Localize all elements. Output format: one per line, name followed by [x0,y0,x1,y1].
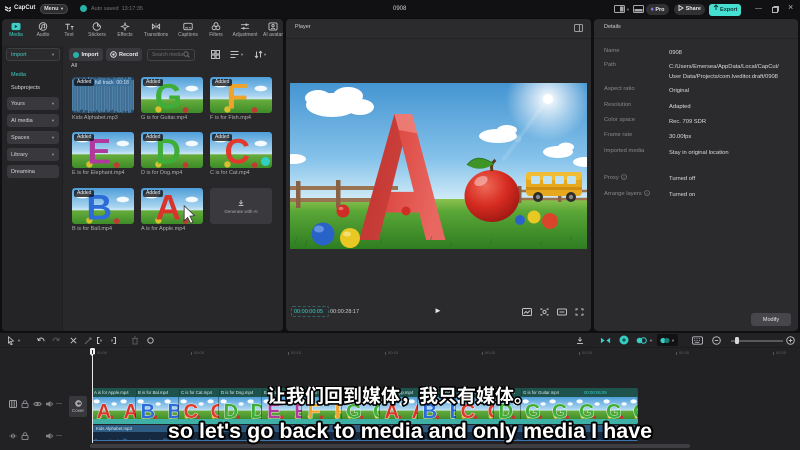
svg-text:B: B [141,401,155,419]
svg-text:D: D [224,401,238,419]
svg-text:A: A [97,401,111,419]
svg-text:C: C [184,401,198,419]
svg-text:G: G [552,401,568,419]
svg-text:G: G [606,401,622,419]
svg-text:G: G [579,401,595,419]
